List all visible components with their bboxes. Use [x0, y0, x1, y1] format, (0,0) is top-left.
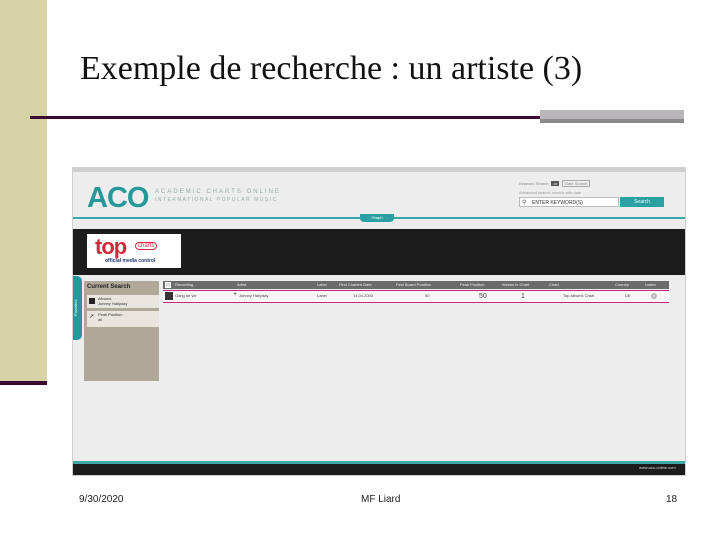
aco-tagline-sub: INTERNATIONAL POPULAR MUSIC [155, 197, 278, 203]
cell-weeks: 1 [521, 293, 525, 300]
chart-logo-top: top [95, 234, 127, 259]
col-country[interactable]: Country [615, 282, 629, 287]
slide-page-number: 18 [666, 494, 678, 505]
search-input-text: ENTER KEYWORD(S) [532, 200, 583, 206]
aco-tagline: ACADEMIC CHARTS ONLINE [155, 189, 281, 195]
website-screenshot: ACO ACADEMIC CHARTS ONLINE INTERNATIONAL… [72, 167, 686, 476]
cell-artist[interactable]: Johnny Hallyday [239, 293, 268, 298]
select-all-checkbox[interactable] [165, 282, 171, 288]
col-label[interactable]: Label [317, 282, 327, 287]
col-first-charted[interactable]: First Charted Date [339, 282, 372, 287]
results-table-header: Recording Artist Label First Charted Dat… [163, 281, 669, 289]
col-peak-position[interactable]: Peak Position [460, 282, 484, 287]
expand-icon[interactable]: + [233, 291, 237, 298]
keyword-search-link[interactable]: Keyword Search [519, 181, 548, 186]
chart-logo-charts: charts [135, 242, 158, 250]
browser-top-bar [73, 168, 685, 172]
cell-peak-position: 50 [479, 293, 487, 300]
col-chart[interactable]: Chart [549, 282, 559, 287]
search-input[interactable]: ⚲ ENTER KEYWORD(S) [519, 197, 619, 207]
title-underline-accent-shadow [540, 119, 684, 123]
site-footer-link[interactable]: www.aco-online.com [639, 465, 676, 470]
graph-tab[interactable]: Graph [360, 214, 394, 222]
current-search-filter-albums[interactable]: Albums Johnny Hallyday [87, 295, 159, 308]
chart-provider-logo: top charts official media control [87, 234, 181, 268]
title-underline [30, 116, 540, 119]
cell-first-position: 50 [425, 293, 430, 298]
cell-first-charted: 14.04.2003 [353, 293, 374, 298]
site-footer: www.aco-online.com [73, 464, 685, 475]
album-icon [89, 298, 95, 304]
trend-up-icon: ↗ [89, 314, 95, 320]
current-search-title: Current Search [87, 284, 131, 290]
chart-logo-official: official media control [105, 258, 156, 264]
search-button[interactable]: Search [620, 197, 664, 207]
slide-footer-author: MF Liard [361, 494, 401, 505]
aco-logo[interactable]: ACO [87, 182, 149, 215]
left-decor-rule [0, 381, 47, 385]
filter-text: Albums Johnny Hallyday [98, 296, 128, 306]
col-recording[interactable]: Recording [175, 282, 193, 287]
search-icon: ⚲ [522, 200, 527, 206]
slide-title: Exemple de recherche : un artiste (3) [80, 50, 583, 87]
col-listen[interactable]: Listen [645, 282, 656, 287]
advanced-search-link[interactable]: Advanced search, search with date [519, 190, 581, 195]
date-search-link[interactable]: Date Search [562, 180, 591, 187]
listen-icon[interactable]: × [651, 293, 657, 299]
cell-chart: Top albums Chart [563, 293, 595, 298]
favorites-side-tab-label: Favorites [73, 299, 78, 317]
cell-label: Label [317, 293, 327, 298]
cell-country: DE [625, 293, 631, 298]
current-search-filter-peak[interactable]: ↗ Peak Position all [87, 311, 159, 327]
col-artist[interactable]: Artist [237, 282, 246, 287]
search-mode-switch: Keyword Search or Date Search [519, 180, 591, 187]
col-weeks[interactable]: Weeks in Chart [502, 282, 529, 287]
slide-footer-date: 9/30/2020 [79, 494, 124, 505]
cell-recording[interactable]: Gang de vie [175, 293, 197, 298]
or-chip: or [551, 181, 560, 186]
filter-text: Peak Position all [98, 312, 123, 322]
col-first-position[interactable]: First Board Position [396, 282, 431, 287]
left-decor-band [0, 0, 47, 383]
current-search-panel: Current Search Albums Johnny Hallyday ↗ … [84, 281, 159, 381]
cover-thumbnail [165, 292, 173, 300]
table-row[interactable]: Gang de vie + Johnny Hallyday Label 14.0… [163, 290, 669, 303]
